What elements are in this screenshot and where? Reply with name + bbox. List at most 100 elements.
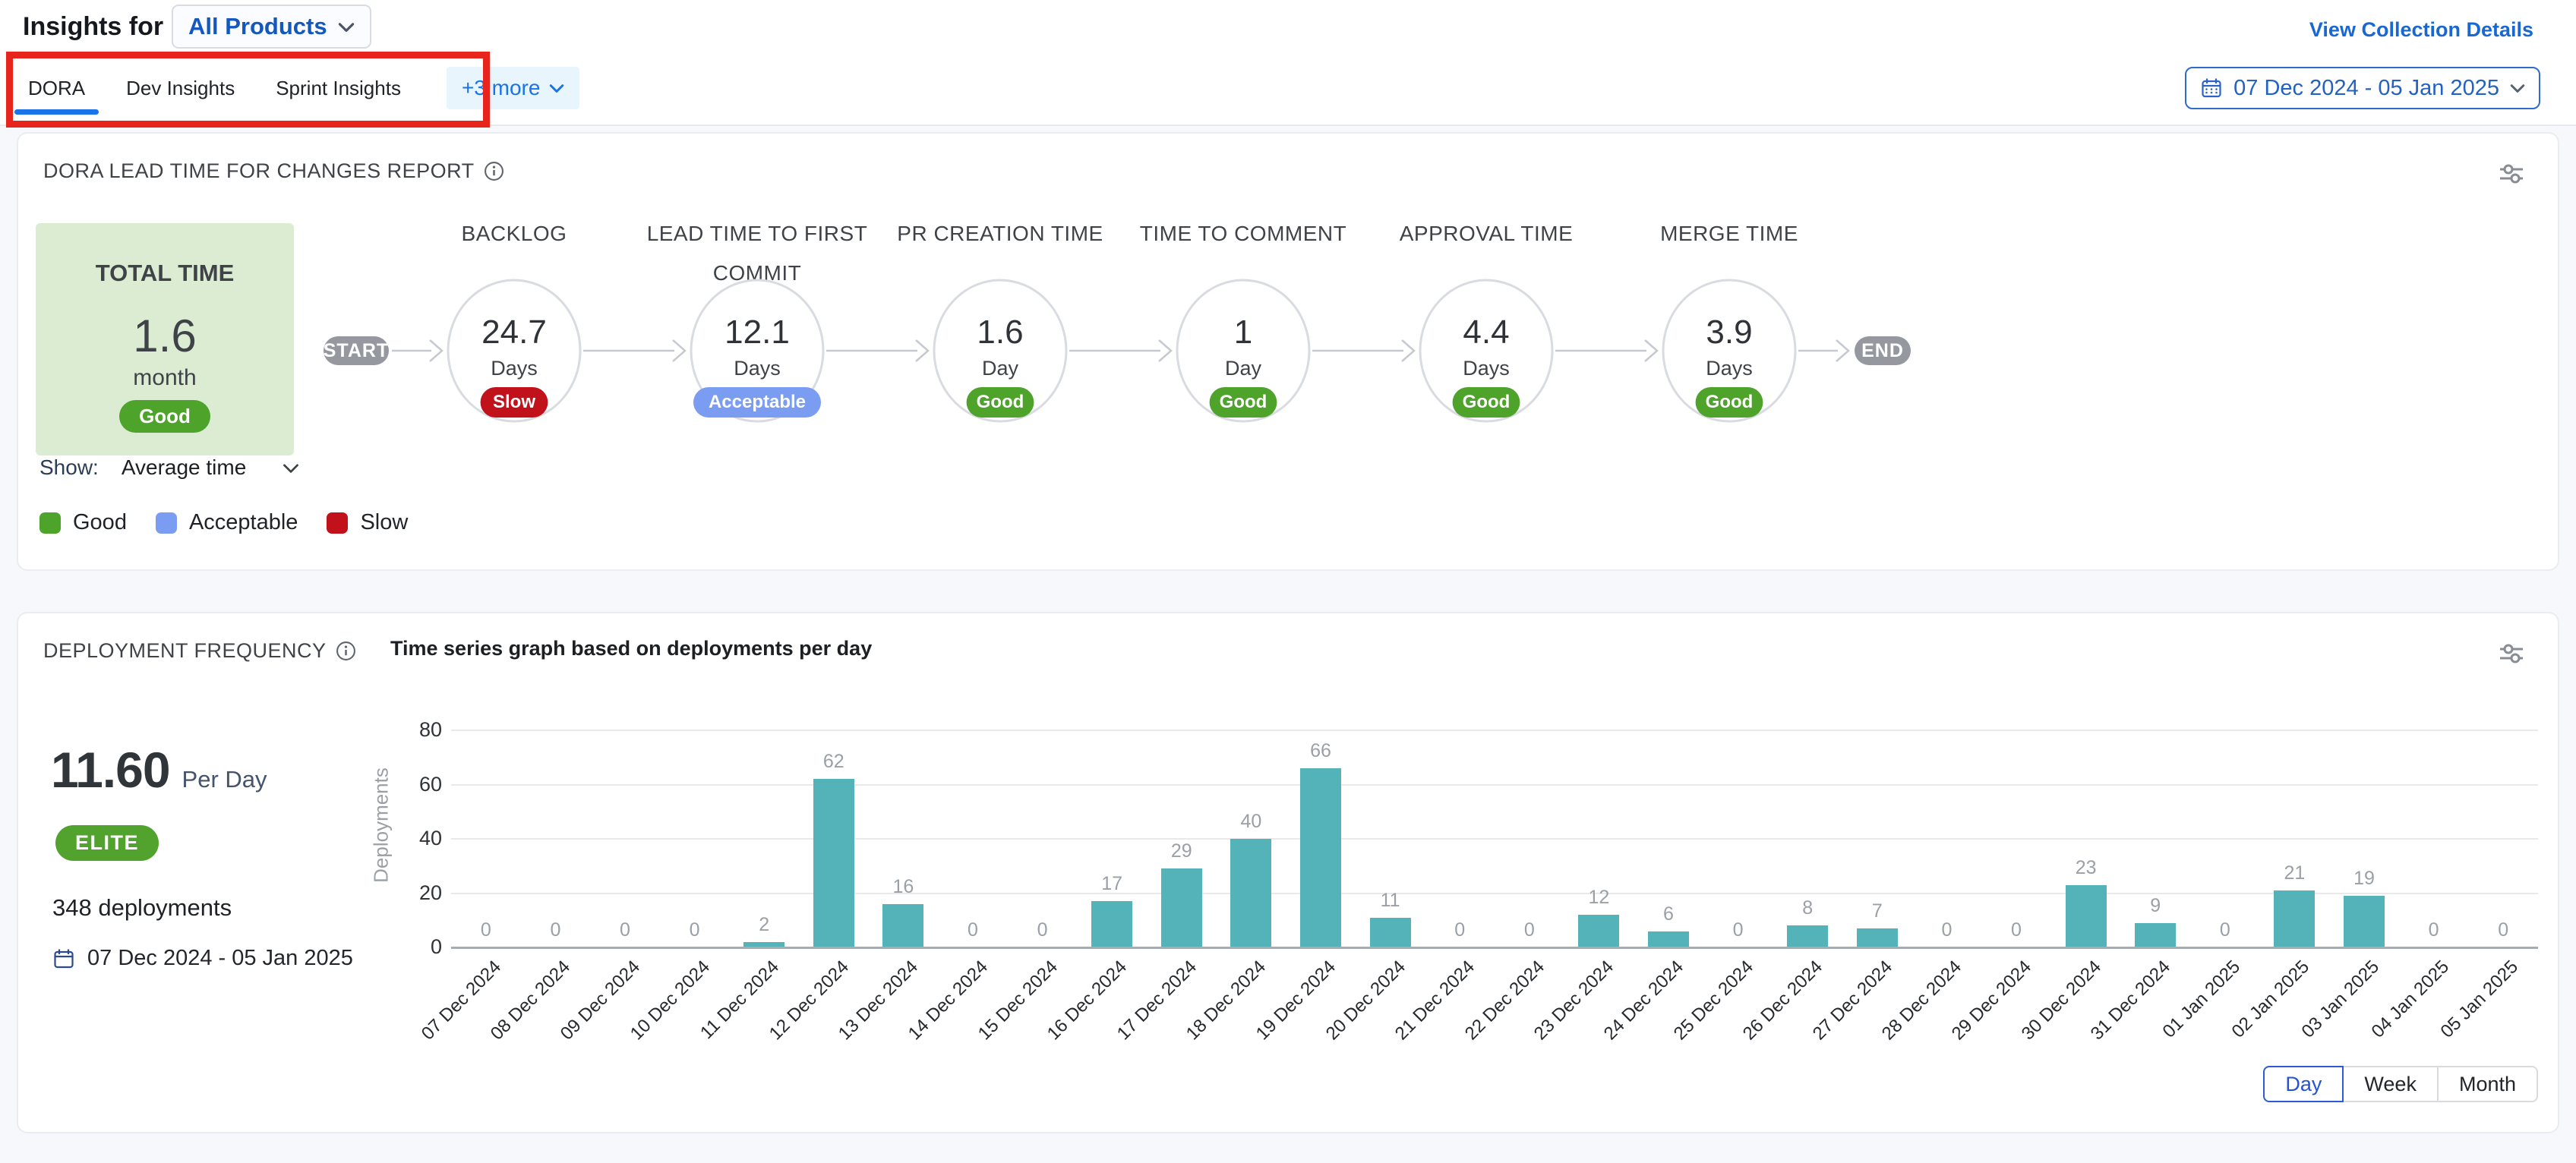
bar (1857, 928, 1898, 947)
granularity-toggle: DayWeekMonth (2263, 1066, 2538, 1102)
y-axis-title: Deployments (370, 767, 393, 883)
info-icon[interactable] (484, 161, 504, 181)
legend-item-acceptable: Acceptable (156, 510, 298, 535)
lead-time-report-title-row: DORA LEAD TIME FOR CHANGES REPORT (43, 159, 504, 183)
chart-settings-icon[interactable] (2497, 641, 2526, 670)
svg-text:BACKLOG: BACKLOG (462, 222, 567, 245)
flow-stage: TIME TO COMMENT1DayGood (1140, 222, 1346, 421)
svg-text:Slow: Slow (493, 392, 535, 412)
svg-text:12.1: 12.1 (724, 314, 790, 351)
dashboard-page: Insights for All Products View Collectio… (0, 0, 2576, 1163)
chevron-down-icon (2510, 83, 2525, 93)
bar (1091, 901, 1132, 947)
svg-text:Day: Day (982, 357, 1019, 380)
view-collection-details-link[interactable]: View Collection Details (2309, 18, 2533, 42)
granularity-month-button[interactable]: Month (2437, 1066, 2538, 1102)
gridline (451, 730, 2538, 731)
bar-value-label: 21 (2264, 862, 2325, 884)
y-tick-label: 0 (396, 935, 442, 959)
flow-arrow (583, 340, 685, 361)
bar-value-label: 23 (2056, 857, 2117, 879)
y-tick-label: 60 (396, 773, 442, 796)
performance-tier-badge: ELITE (55, 825, 159, 861)
tab-bar: DORA Dev Insights Sprint Insights +3 more (27, 56, 579, 120)
bar-value-label: 0 (665, 919, 725, 941)
bar-value-label: 16 (873, 876, 933, 898)
svg-text:Good: Good (1706, 392, 1754, 412)
svg-text:Days: Days (1463, 357, 1510, 380)
bar-value-label: 0 (1429, 919, 1490, 941)
y-tick-label: 20 (396, 881, 442, 905)
bar (1161, 868, 1202, 947)
bar (1648, 931, 1689, 947)
deployment-date-range-value: 07 Dec 2024 - 05 Jan 2025 (87, 946, 353, 971)
chart-subtitle: Time series graph based on deployments p… (390, 637, 872, 660)
bar-value-label: 0 (1012, 919, 1073, 941)
total-time-card: TOTAL TIME 1.6 month Good (36, 223, 294, 455)
chevron-down-icon (549, 83, 564, 93)
tab-dev-insights[interactable]: Dev Insights (125, 56, 236, 120)
bar-value-label: 40 (1220, 811, 1281, 833)
gridline (451, 838, 2538, 840)
tab-sprint-insights[interactable]: Sprint Insights (274, 56, 402, 120)
y-tick-label: 40 (396, 827, 442, 850)
bar-value-label: 62 (803, 751, 864, 773)
svg-text:PR CREATION TIME: PR CREATION TIME (897, 222, 1103, 245)
lead-time-flow-diagram: START BACKLOG 24.7 Days Slow LEAD TIME TO FIR… (313, 206, 1946, 510)
flow-stage: PR CREATION TIME1.6DayGood (897, 222, 1103, 421)
total-time-unit: month (133, 365, 196, 391)
svg-text:24.7: 24.7 (481, 314, 547, 351)
chart-settings-icon[interactable] (2497, 161, 2526, 191)
calendar-icon (2200, 77, 2223, 99)
deployment-date-range: 07 Dec 2024 - 05 Jan 2025 (52, 946, 353, 971)
date-range-value: 07 Dec 2024 - 05 Jan 2025 (2233, 76, 2499, 101)
deployment-rate: 11.60 Per Day (51, 741, 267, 799)
info-icon[interactable] (336, 641, 356, 661)
show-label: Show: (39, 455, 99, 480)
header: Insights for All Products View Collectio… (0, 0, 2576, 126)
bar (1370, 918, 1411, 947)
product-selector-dropdown[interactable]: All Products (172, 5, 371, 49)
flow-stage: APPROVAL TIME4.4DaysGood (1400, 222, 1574, 421)
lead-time-report-title: DORA LEAD TIME FOR CHANGES REPORT (43, 159, 475, 183)
flow-arrow (1069, 340, 1171, 361)
svg-text:START: START (324, 340, 389, 361)
bar (2135, 923, 2176, 947)
total-deployments: 348 deployments (52, 894, 232, 922)
flow-arrow (392, 340, 442, 361)
bar-value-label: 7 (1847, 900, 1908, 922)
more-tabs-label: +3 more (462, 76, 541, 100)
deployment-frequency-title-row: DEPLOYMENT FREQUENCY (43, 639, 356, 663)
legend-swatch (327, 512, 348, 534)
flow-stage: LEAD TIME TO FIRSTCOMMIT12.1DaysAcceptab… (647, 222, 868, 421)
bar-value-label: 12 (1568, 887, 1629, 909)
svg-text:Good: Good (977, 392, 1024, 412)
deployment-frequency-title: DEPLOYMENT FREQUENCY (43, 639, 327, 663)
bar-value-label: 0 (525, 919, 586, 941)
lead-time-report-card: DORA LEAD TIME FOR CHANGES REPORT TOTAL … (17, 132, 2559, 571)
legend-swatch (156, 512, 177, 534)
show-metric-dropdown[interactable]: Show: Average time (39, 455, 299, 480)
granularity-week-button[interactable]: Week (2342, 1066, 2439, 1102)
bar-value-label: 0 (456, 919, 516, 941)
flow-endpoint-end: END (1855, 336, 1911, 365)
show-value: Average time (122, 455, 246, 480)
gridline (451, 893, 2538, 894)
bar-value-label: 0 (1916, 919, 1977, 941)
bar-value-label: 9 (2125, 895, 2186, 917)
bar-value-label: 6 (1638, 903, 1699, 925)
granularity-day-button[interactable]: Day (2263, 1066, 2344, 1102)
bar (2274, 890, 2315, 947)
svg-text:APPROVAL TIME: APPROVAL TIME (1400, 222, 1574, 245)
svg-text:Days: Days (491, 357, 538, 380)
legend-item-slow: Slow (327, 510, 408, 535)
bar-value-label: 66 (1290, 740, 1351, 762)
svg-text:MERGE TIME: MERGE TIME (1660, 222, 1798, 245)
bar (1230, 839, 1271, 947)
bar-value-label: 0 (1499, 919, 1560, 941)
more-tabs-dropdown[interactable]: +3 more (447, 67, 580, 109)
flow-arrow (1312, 340, 1414, 361)
bar-value-label: 19 (2334, 868, 2394, 890)
tab-dora[interactable]: DORA (27, 56, 87, 120)
date-range-picker[interactable]: 07 Dec 2024 - 05 Jan 2025 (2185, 67, 2540, 109)
